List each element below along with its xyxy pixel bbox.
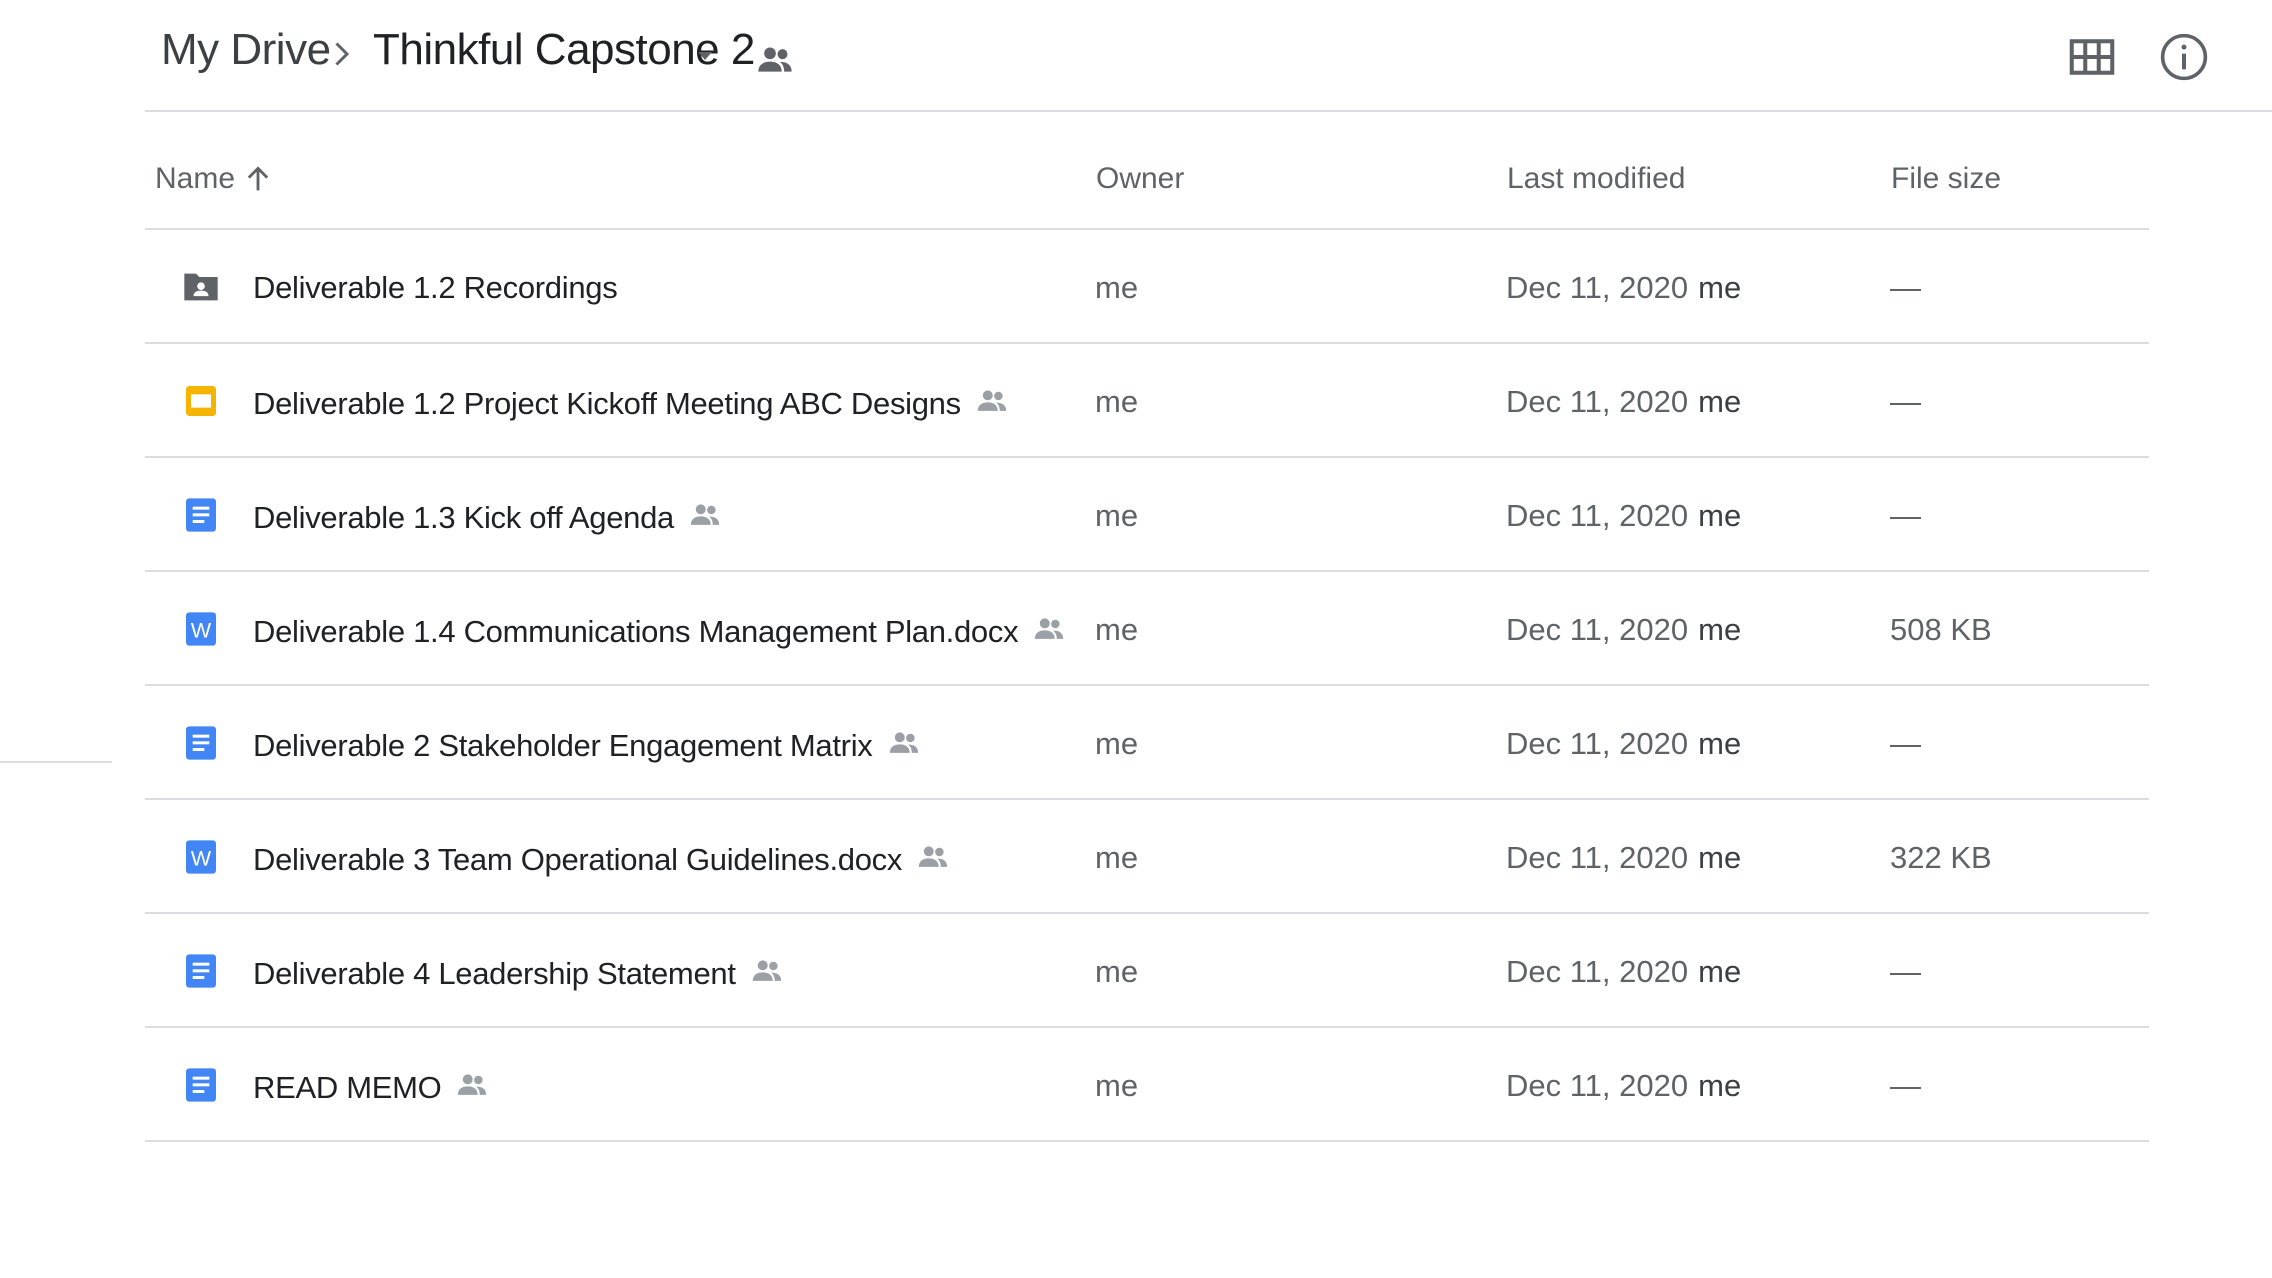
column-last-modified[interactable]: Last modified xyxy=(1507,162,1685,196)
column-owner[interactable]: Owner xyxy=(1096,162,1184,196)
owner-cell: me xyxy=(1095,612,1139,647)
file-name-text[interactable]: Deliverable 2 Stakeholder Engagement Mat… xyxy=(253,728,873,763)
modified-date: Dec 11, 2020 xyxy=(1506,840,1689,875)
modified-by: me xyxy=(1698,612,1742,647)
table-row[interactable]: Deliverable 1.3 Kick off Agenda me Dec 11,… xyxy=(145,458,2149,572)
column-file-size[interactable]: File size xyxy=(1891,162,2001,196)
table-row[interactable]: Deliverable 2 Stakeholder Engagement Mat… xyxy=(145,686,2149,800)
google-slides-icon xyxy=(181,381,221,421)
file-name[interactable]: Deliverable 4 Leadership Statement xyxy=(253,954,784,992)
file-size-cell: — xyxy=(1890,1068,1921,1103)
owner-cell: me xyxy=(1095,1068,1139,1103)
file-name[interactable]: Deliverable 3 Team Operational Guideline… xyxy=(253,840,950,878)
last-modified-cell: Dec 11, 2020 me xyxy=(1506,726,1741,762)
file-name[interactable]: Deliverable 1.2 Recordings xyxy=(253,270,618,306)
file-name[interactable]: Deliverable 2 Stakeholder Engagement Mat… xyxy=(253,726,921,764)
table-row[interactable]: READ MEMO me Dec 11, 2020 me — xyxy=(145,1028,2149,1142)
file-size-cell: 508 KB xyxy=(1890,612,1992,647)
file-size-cell: — xyxy=(1890,270,1921,305)
shared-people-icon xyxy=(975,384,1009,418)
info-icon[interactable] xyxy=(2157,30,2211,84)
modified-date: Dec 11, 2020 xyxy=(1506,1068,1689,1103)
google-docs-icon xyxy=(181,495,221,535)
file-size-cell: 322 KB xyxy=(1890,840,1992,875)
file-name[interactable]: Deliverable 1.4 Communications Managemen… xyxy=(253,612,1066,650)
modified-date: Dec 11, 2020 xyxy=(1506,384,1689,419)
arrow-up-icon[interactable] xyxy=(241,162,275,196)
shared-people-icon xyxy=(455,1068,489,1102)
last-modified-cell: Dec 11, 2020 me xyxy=(1506,498,1741,534)
shared-people-icon xyxy=(688,498,722,532)
last-modified-cell: Dec 11, 2020 me xyxy=(1506,384,1741,420)
shared-people-icon xyxy=(1032,612,1066,646)
owner-cell: me xyxy=(1095,498,1139,533)
owner-cell: me xyxy=(1095,726,1139,761)
column-name[interactable]: Name xyxy=(155,162,235,196)
google-docs-icon xyxy=(181,1065,221,1105)
caret-down-icon[interactable] xyxy=(693,44,717,68)
modified-date: Dec 11, 2020 xyxy=(1506,726,1689,761)
people-icon xyxy=(758,47,792,72)
file-size-cell: — xyxy=(1890,498,1921,533)
owner-cell: me xyxy=(1095,954,1139,989)
owner-cell: me xyxy=(1095,270,1139,305)
file-name-text[interactable]: Deliverable 1.4 Communications Managemen… xyxy=(253,614,1019,649)
file-name[interactable]: READ MEMO xyxy=(253,1068,489,1106)
modified-by: me xyxy=(1698,1068,1742,1103)
modified-by: me xyxy=(1698,270,1742,305)
last-modified-cell: Dec 11, 2020 me xyxy=(1506,954,1741,990)
sidebar-divider xyxy=(0,761,112,763)
shared-people-icon xyxy=(916,840,950,874)
file-name-text[interactable]: READ MEMO xyxy=(253,1070,442,1105)
owner-cell: me xyxy=(1095,840,1139,875)
shared-people-icon xyxy=(887,726,921,760)
breadcrumb: My Drive Thinkful Capstone 2 xyxy=(145,0,2272,112)
word-document-icon: W xyxy=(181,837,221,877)
svg-text:W: W xyxy=(191,845,212,870)
shared-people-icon xyxy=(750,954,784,988)
file-list: Name Owner Last modified File size Deliv… xyxy=(145,112,2149,1142)
modified-by: me xyxy=(1698,384,1742,419)
file-size-cell: — xyxy=(1890,384,1921,419)
file-name-text[interactable]: Deliverable 1.2 Recordings xyxy=(253,270,618,305)
file-name-text[interactable]: Deliverable 1.3 Kick off Agenda xyxy=(253,500,674,535)
file-name[interactable]: Deliverable 1.3 Kick off Agenda xyxy=(253,498,722,536)
word-document-icon: W xyxy=(181,609,221,649)
file-name[interactable]: Deliverable 1.2 Project Kickoff Meeting … xyxy=(253,384,1009,422)
modified-date: Dec 11, 2020 xyxy=(1506,612,1689,647)
modified-date: Dec 11, 2020 xyxy=(1506,498,1689,533)
file-size-cell: — xyxy=(1890,954,1921,989)
file-name-text[interactable]: Deliverable 3 Team Operational Guideline… xyxy=(253,842,902,877)
chevron-right-icon xyxy=(335,42,350,66)
table-row[interactable]: Deliverable 1.2 Project Kickoff Meeting … xyxy=(145,344,2149,458)
google-docs-icon xyxy=(181,723,221,763)
google-docs-icon xyxy=(181,951,221,991)
last-modified-cell: Dec 11, 2020 me xyxy=(1506,612,1741,648)
modified-by: me xyxy=(1698,726,1742,761)
shared-folder-icon xyxy=(181,267,221,307)
file-name-text[interactable]: Deliverable 4 Leadership Statement xyxy=(253,956,736,991)
last-modified-cell: Dec 11, 2020 me xyxy=(1506,270,1741,306)
modified-date: Dec 11, 2020 xyxy=(1506,270,1689,305)
grid-view-icon[interactable] xyxy=(2065,30,2119,84)
file-name-text[interactable]: Deliverable 1.2 Project Kickoff Meeting … xyxy=(253,386,961,421)
table-header: Name Owner Last modified File size xyxy=(145,112,2149,230)
breadcrumb-my-drive[interactable]: My Drive xyxy=(161,25,331,75)
file-size-cell: — xyxy=(1890,726,1921,761)
modified-by: me xyxy=(1698,840,1742,875)
modified-date: Dec 11, 2020 xyxy=(1506,954,1689,989)
svg-text:W: W xyxy=(191,617,212,642)
table-row[interactable]: W Deliverable 3 Team Operational Guidelin… xyxy=(145,800,2149,914)
owner-cell: me xyxy=(1095,384,1139,419)
table-row[interactable]: Deliverable 1.2 Recordings me Dec 11, 2020… xyxy=(145,230,2149,344)
modified-by: me xyxy=(1698,954,1742,989)
last-modified-cell: Dec 11, 2020 me xyxy=(1506,840,1741,876)
table-row[interactable]: Deliverable 4 Leadership Statement me Dec … xyxy=(145,914,2149,1028)
last-modified-cell: Dec 11, 2020 me xyxy=(1506,1068,1741,1104)
modified-by: me xyxy=(1698,498,1742,533)
table-row[interactable]: W Deliverable 1.4 Communications Manageme… xyxy=(145,572,2149,686)
